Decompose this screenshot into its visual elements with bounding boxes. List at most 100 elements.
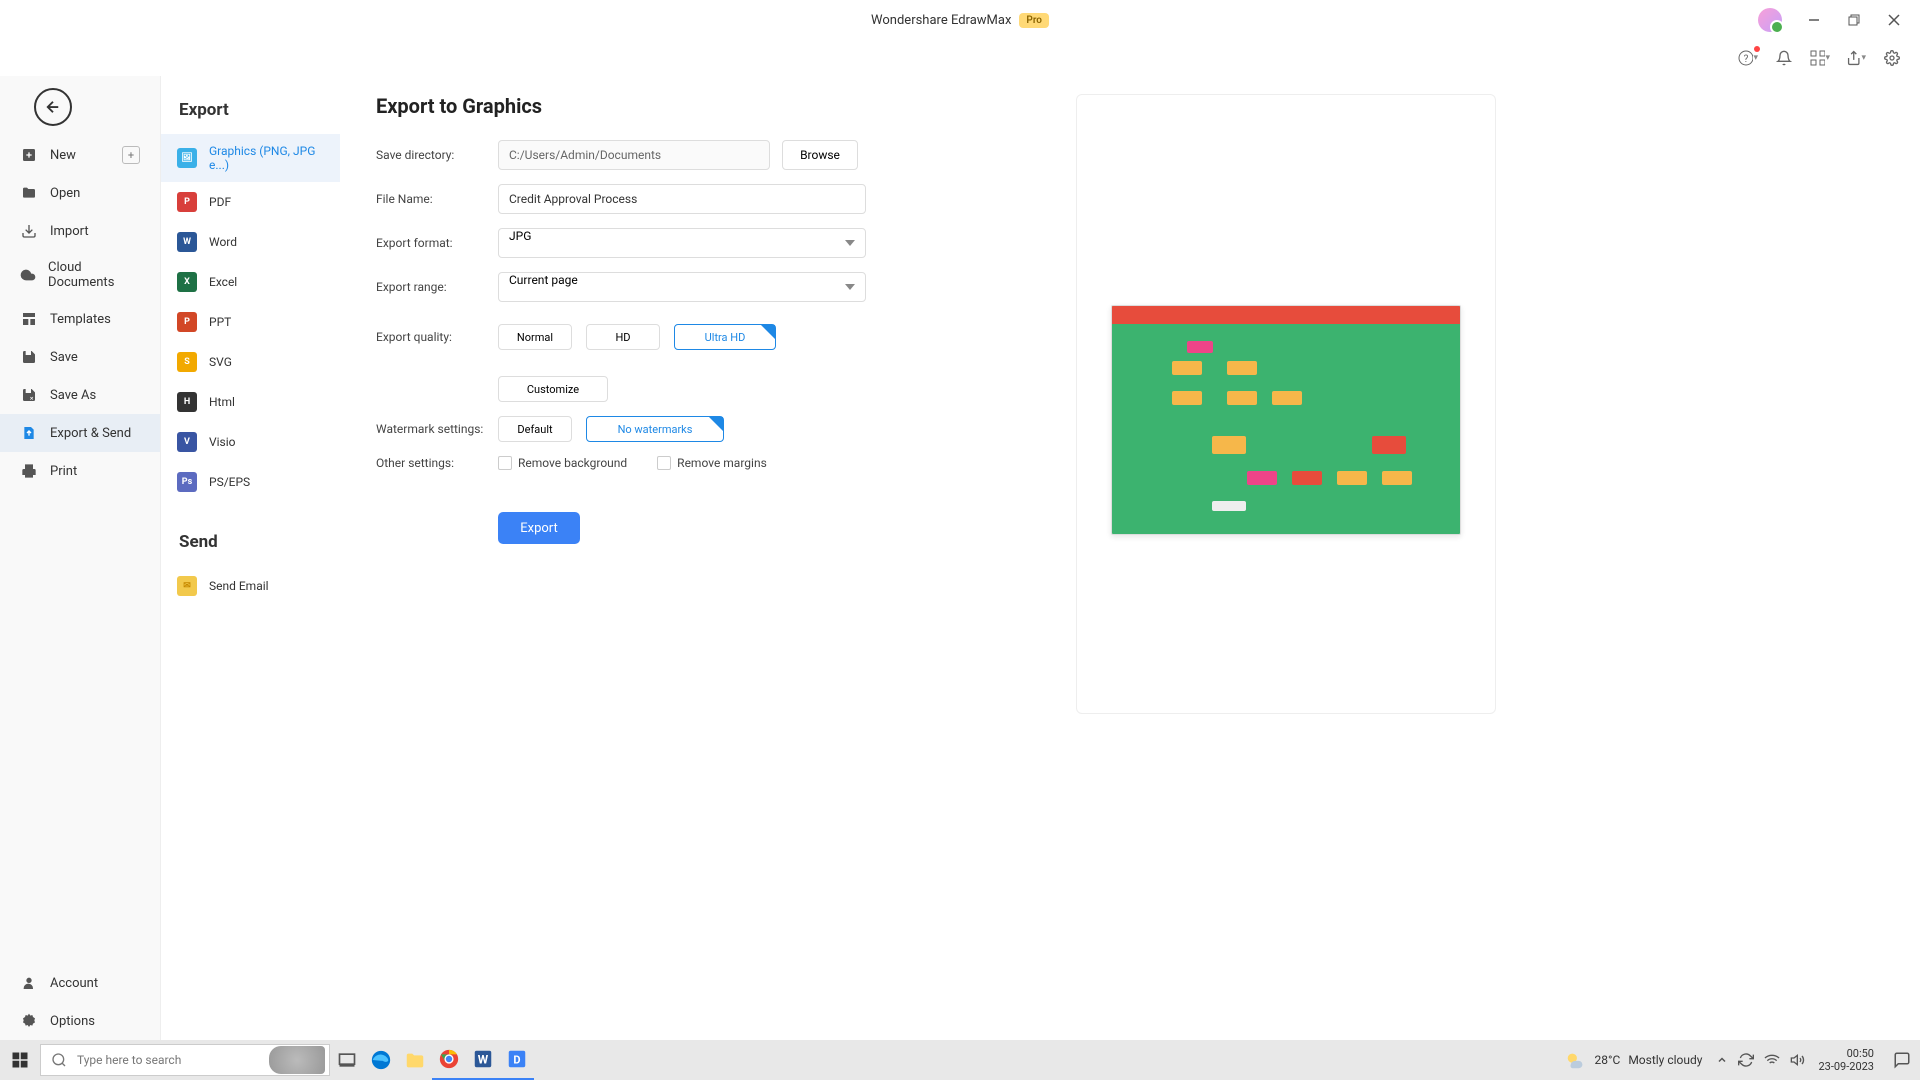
nav-save[interactable]: Save	[0, 338, 160, 376]
nav-label: Export & Send	[50, 426, 131, 441]
gear-icon	[20, 1012, 38, 1030]
nav-cloud[interactable]: Cloud Documents	[0, 250, 160, 300]
clock[interactable]: 00:50 23-09-2023	[1818, 1047, 1874, 1073]
pro-badge: Pro	[1019, 13, 1049, 28]
range-select[interactable]: Current page	[498, 272, 866, 302]
nav-save-as[interactable]: Save As	[0, 376, 160, 414]
search-placeholder: Type here to search	[77, 1053, 181, 1067]
type-send-email[interactable]: ✉ Send Email	[161, 566, 340, 606]
remove-bg-checkbox[interactable]	[498, 456, 512, 470]
save-icon	[20, 348, 38, 366]
remove-margins-checkbox[interactable]	[657, 456, 671, 470]
type-ppt[interactable]: PPPT	[161, 302, 340, 342]
nav-new[interactable]: New +	[0, 136, 160, 174]
format-label: Export format:	[376, 236, 498, 250]
type-html[interactable]: HHtml	[161, 382, 340, 422]
nav-options[interactable]: Options	[0, 1002, 160, 1040]
quality-normal[interactable]: Normal	[498, 324, 572, 350]
search-decoration	[269, 1046, 325, 1074]
preview-column	[1076, 94, 1496, 1022]
word-icon[interactable]: W	[466, 1040, 500, 1080]
nav-export-send[interactable]: Export & Send	[0, 414, 160, 452]
restore-button[interactable]	[1836, 6, 1872, 34]
export-button[interactable]: Export	[498, 512, 580, 544]
taskbar: Type here to search W D 28°C Mostly clou…	[0, 1040, 1920, 1080]
save-dir-input[interactable]	[498, 140, 770, 170]
edge-icon[interactable]	[364, 1040, 398, 1080]
sync-icon[interactable]	[1738, 1052, 1754, 1068]
time: 00:50	[1818, 1047, 1874, 1060]
date: 23-09-2023	[1818, 1060, 1874, 1073]
visio-icon: V	[177, 432, 197, 452]
preview-card	[1076, 94, 1496, 714]
html-icon: H	[177, 392, 197, 412]
template-icon	[20, 310, 38, 328]
minimize-button[interactable]	[1796, 6, 1832, 34]
nav-account[interactable]: Account	[0, 964, 160, 1002]
svg-icon: S	[177, 352, 197, 372]
nav-new-add-icon[interactable]: +	[122, 146, 140, 164]
quality-uhd[interactable]: Ultra HD	[674, 324, 776, 350]
range-label: Export range:	[376, 280, 498, 294]
nav-templates[interactable]: Templates	[0, 300, 160, 338]
page-title: Export to Graphics	[376, 94, 1016, 118]
type-label: Send Email	[209, 579, 269, 593]
other-label: Other settings:	[376, 456, 498, 470]
search-icon	[51, 1052, 67, 1068]
chrome-icon[interactable]	[432, 1040, 466, 1080]
graphics-icon: 🖼	[177, 148, 197, 168]
settings-icon[interactable]	[1882, 48, 1902, 68]
nav-open[interactable]: Open	[0, 174, 160, 212]
nav-label: Import	[50, 224, 89, 239]
nav-label: Options	[50, 1014, 95, 1029]
email-icon: ✉	[177, 576, 197, 596]
wifi-icon[interactable]	[1764, 1052, 1780, 1068]
type-excel[interactable]: XExcel	[161, 262, 340, 302]
file-name-input[interactable]	[498, 184, 866, 214]
type-svg[interactable]: S SVG	[161, 342, 340, 382]
explorer-icon[interactable]	[398, 1040, 432, 1080]
word-icon: W	[177, 232, 197, 252]
type-label: Visio	[209, 435, 236, 449]
format-value: JPG	[509, 229, 531, 243]
watermark-label: Watermark settings:	[376, 422, 498, 436]
type-label: Graphics (PNG, JPG e...)	[209, 144, 324, 172]
customize-button[interactable]: Customize	[498, 376, 608, 402]
system-tray[interactable]	[1716, 1052, 1806, 1068]
type-visio[interactable]: V Visio	[161, 422, 340, 462]
file-name-label: File Name:	[376, 192, 498, 206]
nav-import[interactable]: Import	[0, 212, 160, 250]
nav-print[interactable]: Print	[0, 452, 160, 490]
start-button[interactable]	[0, 1040, 40, 1080]
type-label: SVG	[209, 355, 232, 369]
titlebar-title: Wondershare EdrawMax Pro	[871, 13, 1049, 28]
volume-icon[interactable]	[1790, 1052, 1806, 1068]
weather-widget[interactable]: 28°C Mostly cloudy	[1565, 1049, 1703, 1071]
format-select[interactable]: JPG	[498, 228, 866, 258]
bell-icon[interactable]	[1774, 48, 1794, 68]
content-pane: Export to Graphics Save directory: Brows…	[340, 76, 1920, 1040]
user-avatar[interactable]	[1758, 8, 1782, 32]
quality-hd[interactable]: HD	[586, 324, 660, 350]
type-graphics[interactable]: 🖼 Graphics (PNG, JPG e...)	[161, 134, 340, 182]
browse-button[interactable]: Browse	[782, 140, 858, 170]
chevron-up-icon[interactable]	[1716, 1054, 1728, 1066]
quality-label: Export quality:	[376, 330, 498, 344]
nav-label: Cloud Documents	[48, 260, 140, 290]
task-view-icon[interactable]	[330, 1040, 364, 1080]
type-word[interactable]: WWord	[161, 222, 340, 262]
watermark-none[interactable]: No watermarks	[586, 416, 724, 442]
notifications-icon[interactable]	[1884, 1040, 1920, 1080]
apps-icon[interactable]: ▾	[1810, 48, 1830, 68]
back-button[interactable]	[34, 88, 72, 126]
help-icon[interactable]: ?▾	[1738, 48, 1758, 68]
edraw-icon[interactable]: D	[500, 1040, 534, 1080]
watermark-default[interactable]: Default	[498, 416, 572, 442]
type-pdf[interactable]: PPDF	[161, 182, 340, 222]
taskbar-search[interactable]: Type here to search	[40, 1044, 330, 1076]
type-ps[interactable]: PsPS/EPS	[161, 462, 340, 502]
close-button[interactable]	[1876, 6, 1912, 34]
folder-icon	[20, 184, 38, 202]
share-icon[interactable]: ▾	[1846, 48, 1866, 68]
send-section-title: Send	[161, 522, 340, 566]
